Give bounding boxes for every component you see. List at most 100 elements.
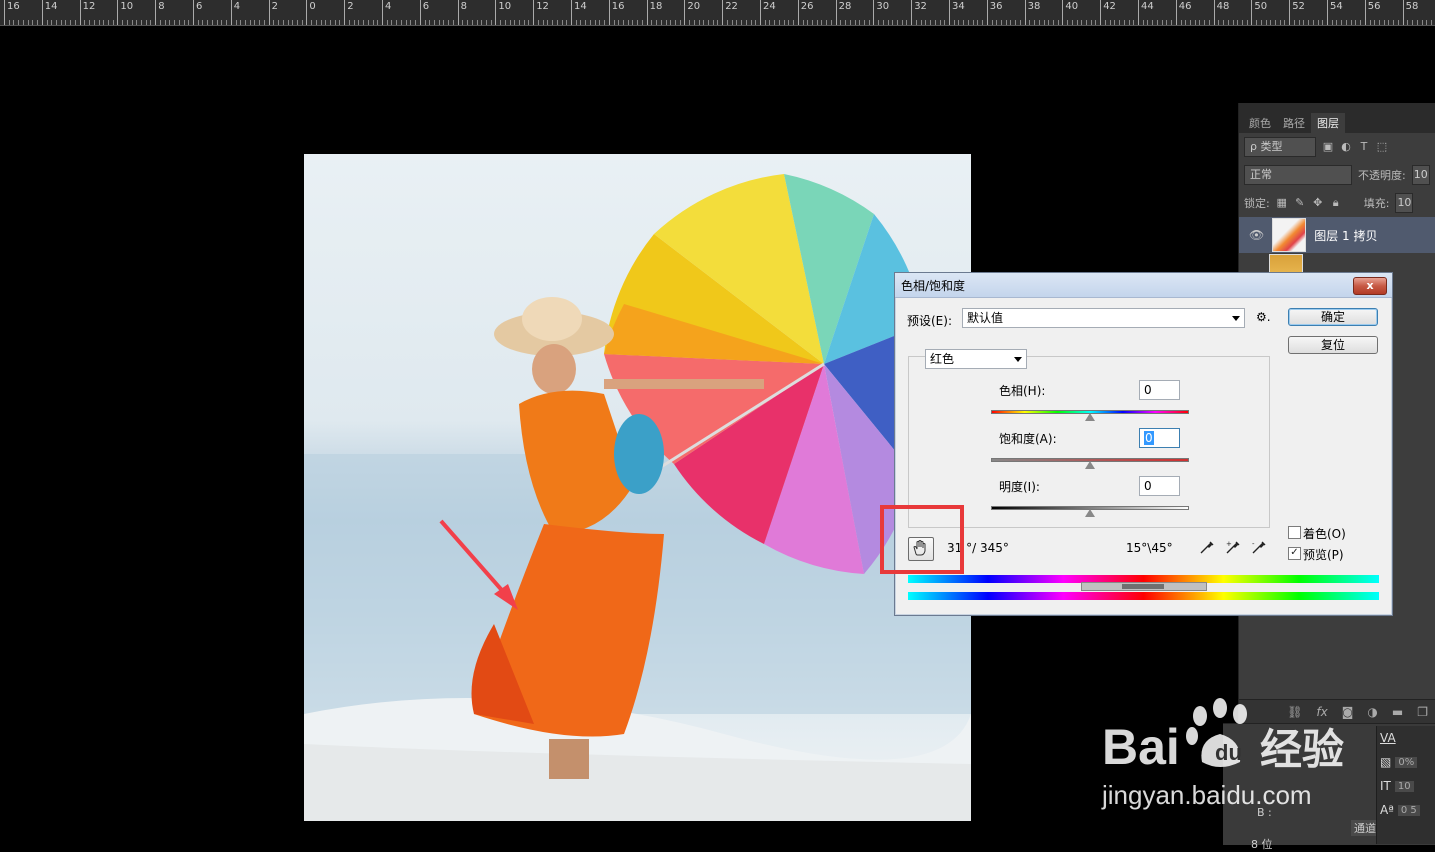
ruler-minor-tick xyxy=(1317,20,1319,25)
blend-mode-select[interactable]: 正常 xyxy=(1244,165,1352,185)
ruler-minor-tick xyxy=(339,20,341,25)
dialog-title-bar[interactable]: 色相/饱和度 xyxy=(895,273,1392,298)
ruler-minor-tick xyxy=(618,20,620,25)
adjusted-spectrum-bar xyxy=(908,592,1379,600)
ruler-minor-tick xyxy=(1090,20,1092,25)
eyedropper-minus-icon[interactable]: - xyxy=(1251,539,1267,555)
ruler-minor-tick xyxy=(1015,20,1017,25)
saturation-input[interactable]: 0 xyxy=(1139,428,1180,448)
ruler-minor-tick xyxy=(1152,20,1154,25)
shape-filter-icon[interactable]: ⬚ xyxy=(1376,141,1388,153)
ruler-minor-tick xyxy=(311,20,313,25)
ruler-minor-tick xyxy=(906,20,908,25)
ruler-minor-tick xyxy=(1010,20,1012,25)
ruler-minor-tick xyxy=(32,20,34,25)
lock-all-icon[interactable]: 🔒︎ xyxy=(1330,197,1342,209)
type-filter-icon[interactable]: T xyxy=(1358,141,1370,153)
ruler-minor-tick xyxy=(934,20,936,25)
tab-layers[interactable]: 图层 xyxy=(1311,113,1345,133)
ruler-minor-tick xyxy=(84,20,86,25)
ruler-minor-tick xyxy=(977,20,979,25)
lock-paint-icon[interactable]: ✎ xyxy=(1294,197,1306,209)
channel-tab[interactable]: 通道 xyxy=(1351,820,1379,836)
ruler-minor-tick xyxy=(1005,20,1007,25)
ruler-minor-tick xyxy=(802,20,804,25)
ruler-minor-tick xyxy=(1397,20,1399,25)
lightness-slider-thumb[interactable] xyxy=(1085,509,1095,517)
ruler-minor-tick xyxy=(1298,20,1300,25)
lock-move-icon[interactable]: ✥ xyxy=(1312,197,1324,209)
fill-input[interactable]: 10 xyxy=(1395,193,1414,213)
svg-text:du: du xyxy=(1215,740,1242,765)
ruler-minor-tick xyxy=(1260,20,1262,25)
eyedropper-plus-icon[interactable]: + xyxy=(1225,539,1241,555)
ruler-minor-tick xyxy=(1223,20,1225,25)
opacity-input[interactable]: 10 xyxy=(1411,165,1430,185)
ruler-minor-tick xyxy=(188,20,190,25)
visibility-eye-icon[interactable]: 👁︎ xyxy=(1249,228,1264,242)
colorize-checkbox[interactable] xyxy=(1288,526,1301,539)
hue-input[interactable]: 0 xyxy=(1139,380,1180,400)
saturation-slider-thumb[interactable] xyxy=(1085,461,1095,469)
layer-row-copy[interactable]: 👁︎ 图层 1 拷贝 xyxy=(1239,217,1435,253)
ruler-minor-tick xyxy=(622,20,624,25)
ruler-minor-tick xyxy=(613,20,615,25)
adjustment-filter-icon[interactable]: ◐ xyxy=(1340,141,1352,153)
tab-paths[interactable]: 路径 xyxy=(1277,113,1311,133)
ruler-minor-tick xyxy=(471,20,473,25)
reset-button[interactable]: 复位 xyxy=(1288,336,1378,354)
layer-filter-select[interactable]: ρ 类型 xyxy=(1244,137,1316,157)
tab-color[interactable]: 颜色 xyxy=(1243,113,1277,133)
ruler-minor-tick xyxy=(1057,20,1059,25)
ruler-minor-tick xyxy=(278,20,280,25)
ruler-minor-tick xyxy=(372,20,374,25)
ruler-minor-tick xyxy=(1426,20,1428,25)
svg-text:-: - xyxy=(1252,540,1255,548)
preset-options-gear-icon[interactable]: ⚙. xyxy=(1256,310,1271,324)
ruler-minor-tick xyxy=(226,20,228,25)
ruler-minor-tick xyxy=(1275,20,1277,25)
preview-checkbox[interactable]: ✓ xyxy=(1288,547,1301,560)
canvas-image[interactable] xyxy=(304,154,971,821)
ruler-minor-tick xyxy=(476,20,478,25)
ruler-minor-tick xyxy=(1279,20,1281,25)
layer-thumbnail xyxy=(1272,218,1307,252)
close-button[interactable]: x xyxy=(1353,277,1387,295)
ruler-minor-tick xyxy=(552,20,554,25)
hue-slider-thumb[interactable] xyxy=(1085,413,1095,421)
ruler-minor-tick xyxy=(755,20,757,25)
ruler-minor-tick xyxy=(462,20,464,25)
ruler-minor-tick xyxy=(400,20,402,25)
preset-select[interactable]: 默认值 xyxy=(962,308,1245,328)
baseline-value[interactable]: 0 5 xyxy=(1397,804,1420,816)
ruler-minor-tick xyxy=(301,20,303,25)
ruler-minor-tick xyxy=(296,20,298,25)
ruler-minor-tick xyxy=(1421,20,1423,25)
lock-transparent-icon[interactable]: ▦ xyxy=(1276,197,1288,209)
layer-name[interactable]: 图层 1 拷贝 xyxy=(1314,227,1377,244)
svg-text:jingyan.baidu.com: jingyan.baidu.com xyxy=(1101,780,1312,810)
ruler-minor-tick xyxy=(202,20,204,25)
ruler-minor-tick xyxy=(244,20,246,25)
eyedropper-icon[interactable] xyxy=(1199,539,1215,555)
ruler-minor-tick xyxy=(1241,20,1243,25)
ruler-minor-tick xyxy=(1086,20,1088,25)
ruler-minor-tick xyxy=(452,20,454,25)
channel-select[interactable]: 红色 xyxy=(925,349,1027,369)
ruler-minor-tick xyxy=(774,20,776,25)
ruler-minor-tick xyxy=(769,20,771,25)
lightness-input[interactable]: 0 xyxy=(1139,476,1180,496)
ruler-minor-tick xyxy=(159,20,161,25)
ruler-minor-tick xyxy=(65,20,67,25)
saturation-value: 0 xyxy=(1144,431,1154,445)
range-selector[interactable] xyxy=(1081,582,1207,591)
ruler-minor-tick xyxy=(703,20,705,25)
ruler-minor-tick xyxy=(741,20,743,25)
new-layer-icon[interactable]: ❐ xyxy=(1417,705,1428,719)
ruler-minor-tick xyxy=(485,20,487,25)
ok-button[interactable]: 确定 xyxy=(1288,308,1378,326)
ruler-minor-tick xyxy=(410,20,412,25)
ruler-minor-tick xyxy=(920,20,922,25)
image-filter-icon[interactable]: ▣ xyxy=(1322,141,1334,153)
panel-tabs: 颜色 路径 图层 xyxy=(1239,103,1435,133)
